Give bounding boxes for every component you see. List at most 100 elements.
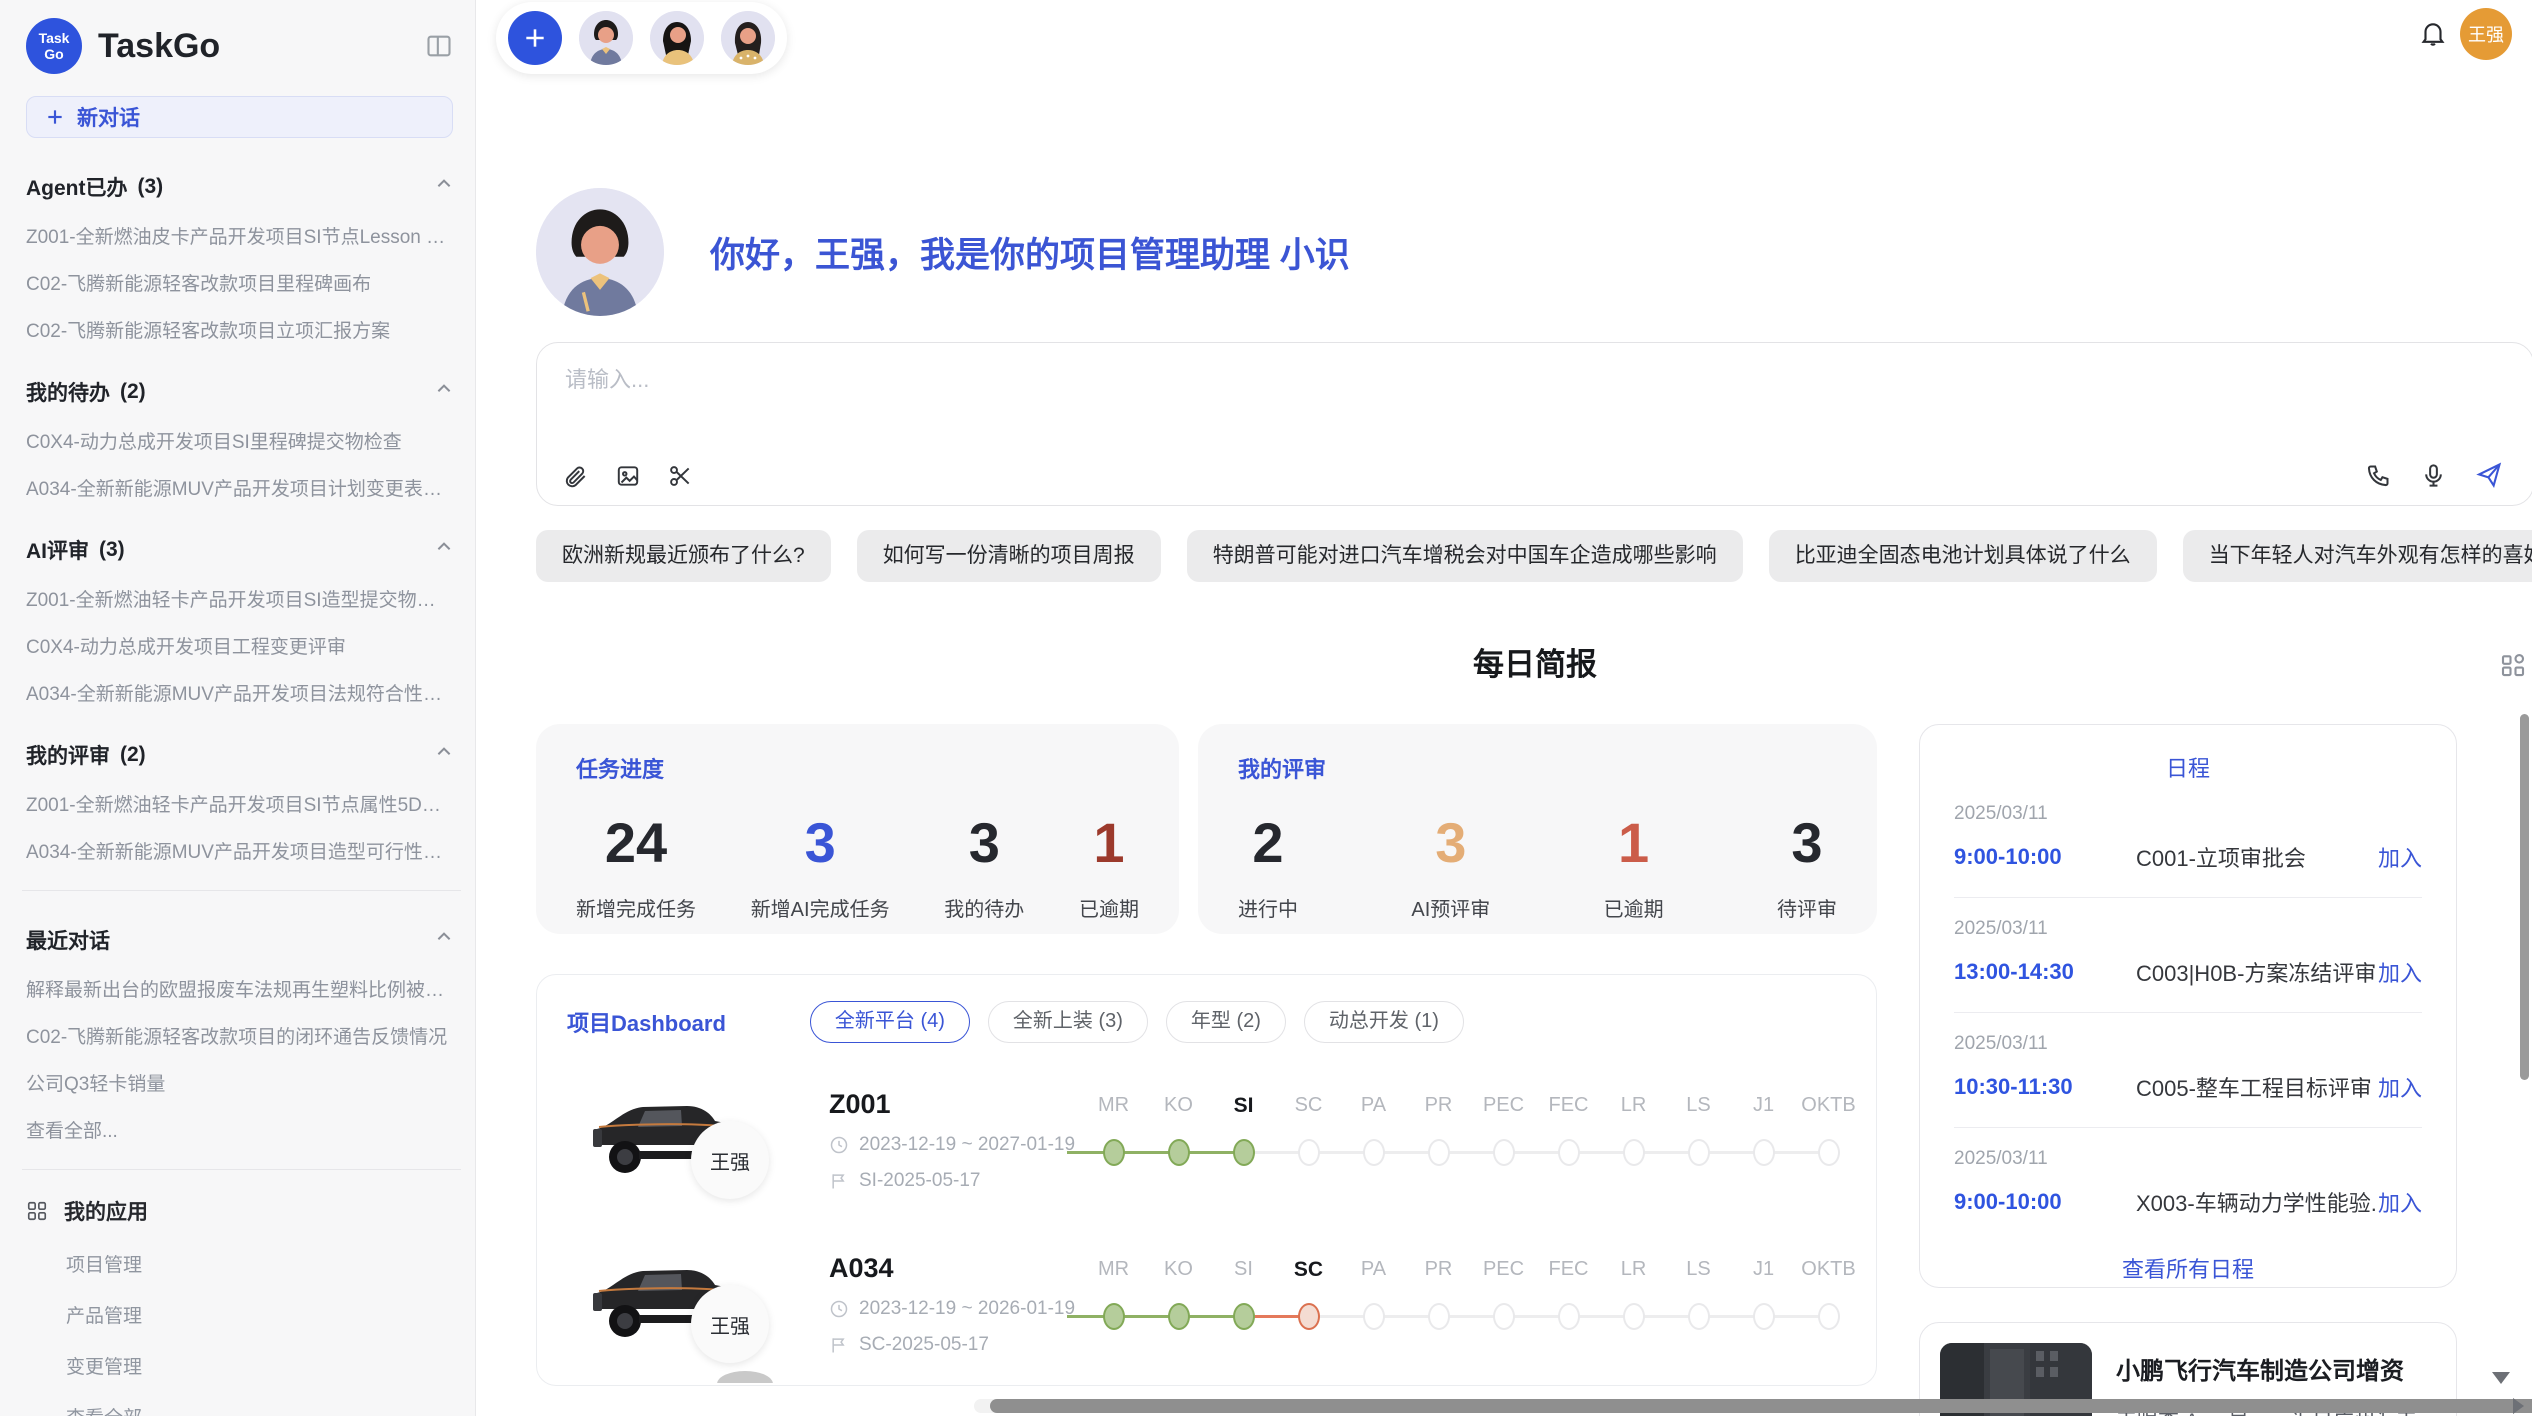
scroll-right-arrow-icon[interactable]	[2513, 1398, 2524, 1414]
milestone-dot	[1753, 1139, 1775, 1166]
phone-icon[interactable]	[2365, 462, 2392, 489]
list-item[interactable]: C02-飞腾新能源轻客改款项目立项汇报方案	[26, 316, 453, 343]
sidebar-item-product-mgmt[interactable]: 产品管理	[66, 1301, 453, 1328]
schedule-event: 2025/03/11 10:30-11:30 C005-整车工程目标评审 加入	[1954, 1013, 2422, 1128]
tab-model-year[interactable]: 年型 (2)	[1166, 1001, 1286, 1043]
send-icon[interactable]	[2475, 461, 2503, 489]
plus-icon	[45, 107, 65, 127]
suggestion-chip[interactable]: 比亚迪全固态电池计划具体说了什么	[1769, 530, 2157, 582]
logo-line1: Task	[39, 30, 70, 46]
join-button[interactable]: 加入	[2378, 956, 2422, 988]
project-row[interactable]: 王强 Z001 2023-12-19 ~ 2027-01-19	[567, 1073, 1846, 1207]
event-name: C003|H0B-方案冻结评审	[2136, 956, 2378, 988]
stat-pending-review: 3 待评审	[1777, 810, 1837, 922]
sidebar-item-my-apps[interactable]: 我的应用	[26, 1196, 453, 1226]
chevron-up-icon[interactable]	[435, 928, 453, 952]
section-title: 我的评审	[26, 740, 110, 770]
event-date: 2025/03/11	[1954, 1148, 2422, 1170]
flag-icon	[829, 1171, 849, 1191]
daily-briefing-header: 每日简报	[536, 642, 2532, 688]
milestone-dot	[1688, 1303, 1710, 1330]
list-item[interactable]: C02-飞腾新能源轻客改款项目里程碑画布	[26, 269, 453, 296]
suggestion-chips: 欧洲新规最近颁布了什么? 如何写一份清晰的项目周报 特朗普可能对进口汽车增税会对…	[536, 530, 2532, 582]
tab-new-body[interactable]: 全新上装 (3)	[988, 1001, 1148, 1043]
join-button[interactable]: 加入	[2378, 1071, 2422, 1103]
chevron-up-icon[interactable]	[435, 380, 453, 404]
sidebar-header: Task Go TaskGo	[26, 18, 453, 74]
list-item[interactable]: A034-全新新能源MUV产品开发项目法规符合性评审	[26, 679, 453, 706]
milestone-dot	[1623, 1303, 1645, 1330]
milestone-dot	[1298, 1303, 1320, 1330]
vertical-scrollbar-thumb[interactable]	[2520, 714, 2529, 1080]
assistant-avatar	[536, 188, 664, 316]
layout-grid-icon[interactable]	[2498, 650, 2528, 680]
milestone-dot	[1168, 1303, 1190, 1330]
section-ai-review[interactable]: AI评审 (3)	[26, 535, 453, 565]
list-item[interactable]: C0X4-动力总成开发项目SI里程碑提交物检查	[26, 427, 453, 454]
section-count: (2)	[120, 743, 146, 767]
project-code: Z001	[829, 1089, 1081, 1120]
tab-powertrain[interactable]: 动总开发 (1)	[1304, 1001, 1464, 1043]
list-item[interactable]: Z001-全新燃油轻卡产品开发项目SI节点属性5D文件评审	[26, 790, 453, 817]
milestone-track: MR KO SI SC PA PR PEC FEC LR LS J1	[1081, 1090, 1861, 1190]
section-my-review[interactable]: 我的评审 (2)	[26, 740, 453, 770]
view-all-schedule-link[interactable]: 查看所有日程	[1954, 1252, 2422, 1284]
new-chat-button[interactable]: 新对话	[26, 96, 453, 138]
milestone-track: MR KO SI SC PA PR PEC FEC LR LS J1	[1081, 1254, 1861, 1354]
project-code: A034	[829, 1253, 1081, 1284]
list-item[interactable]: C0X4-动力总成开发项目工程变更评审	[26, 632, 453, 659]
chat-input[interactable]	[565, 367, 1923, 393]
list-item[interactable]: 解释最新出台的欧盟报废车法规再生塑料比例被调至15%...	[26, 975, 453, 1002]
suggestion-chip[interactable]: 如何写一份清晰的项目周报	[857, 530, 1161, 582]
paperclip-icon[interactable]	[563, 463, 589, 489]
view-all-apps[interactable]: 查看全部...	[66, 1403, 453, 1416]
event-time: 13:00-14:30	[1954, 959, 2136, 985]
horizontal-scrollbar[interactable]	[974, 1399, 2532, 1413]
milestone-dot	[1818, 1303, 1840, 1330]
project-row[interactable]: 王强 A034 2023-12-19 ~ 2026-01-19	[567, 1237, 1846, 1371]
assistant-hero: 你好，王强，我是你的项目管理助理 小识	[536, 188, 2532, 316]
app-title: TaskGo	[98, 27, 425, 66]
join-button[interactable]: 加入	[2378, 841, 2422, 873]
suggestion-chip[interactable]: 当下年轻人对汽车外观有怎样的喜好趋势	[2183, 530, 2532, 582]
suggestion-chip[interactable]: 特朗普可能对进口汽车增税会对中国车企造成哪些影响	[1187, 530, 1743, 582]
sidebar-item-change-mgmt[interactable]: 变更管理	[66, 1352, 453, 1379]
milestone-dot	[1363, 1303, 1385, 1330]
section-agent-done[interactable]: Agent已办 (3)	[26, 172, 453, 202]
list-item[interactable]: Z001-全新燃油皮卡产品开发项目SI节点Lesson Learn报告	[26, 222, 453, 249]
milestone-dot	[1688, 1139, 1710, 1166]
view-all-recent[interactable]: 查看全部...	[26, 1116, 453, 1143]
sidebar-item-project-mgmt[interactable]: 项目管理	[66, 1250, 453, 1277]
divider	[22, 890, 461, 891]
section-title: 最近对话	[26, 925, 110, 955]
tab-new-platform[interactable]: 全新平台 (4)	[810, 1001, 970, 1043]
stat-ai-prereview: 3 AI预评审	[1411, 810, 1490, 922]
flag-icon	[829, 1335, 849, 1355]
greeting-text: 你好，王强，我是你的项目管理助理 小识	[710, 227, 1350, 278]
horizontal-scrollbar-thumb[interactable]	[990, 1399, 2532, 1413]
milestone-dot	[1558, 1303, 1580, 1330]
join-button[interactable]: 加入	[2378, 1186, 2422, 1218]
chevron-up-icon[interactable]	[435, 175, 453, 199]
collapse-sidebar-icon[interactable]	[425, 32, 453, 60]
image-icon[interactable]	[615, 463, 641, 489]
section-title: 我的待办	[26, 377, 110, 407]
list-item[interactable]: Z001-全新燃油轻卡产品开发项目SI造型提交物评审	[26, 585, 453, 612]
microphone-icon[interactable]	[2420, 462, 2447, 489]
project-dates: 2023-12-19 ~ 2026-01-19	[859, 1298, 1075, 1320]
list-item[interactable]: A034-全新新能源MUV产品开发项目造型可行性评审	[26, 837, 453, 864]
stat-new-done: 24 新增完成任务	[576, 810, 696, 922]
section-my-todo[interactable]: 我的待办 (2)	[26, 377, 453, 407]
list-item[interactable]: 公司Q3轻卡销量	[26, 1069, 453, 1096]
list-item[interactable]: C02-飞腾新能源轻客改款项目的闭环通告反馈情况	[26, 1022, 453, 1049]
input-actions	[2365, 461, 2503, 489]
suggestion-chip[interactable]: 欧洲新规最近颁布了什么?	[536, 530, 831, 582]
list-item[interactable]: A034-全新新能源MUV产品开发项目计划变更表编写	[26, 474, 453, 501]
section-recent-chats[interactable]: 最近对话	[26, 925, 453, 955]
scroll-down-arrow-icon[interactable]	[2492, 1372, 2510, 1384]
project-dates: 2023-12-19 ~ 2027-01-19	[859, 1134, 1075, 1156]
section-count: (3)	[99, 538, 125, 562]
chevron-up-icon[interactable]	[435, 743, 453, 767]
scissors-icon[interactable]	[667, 463, 693, 489]
chevron-up-icon[interactable]	[435, 538, 453, 562]
